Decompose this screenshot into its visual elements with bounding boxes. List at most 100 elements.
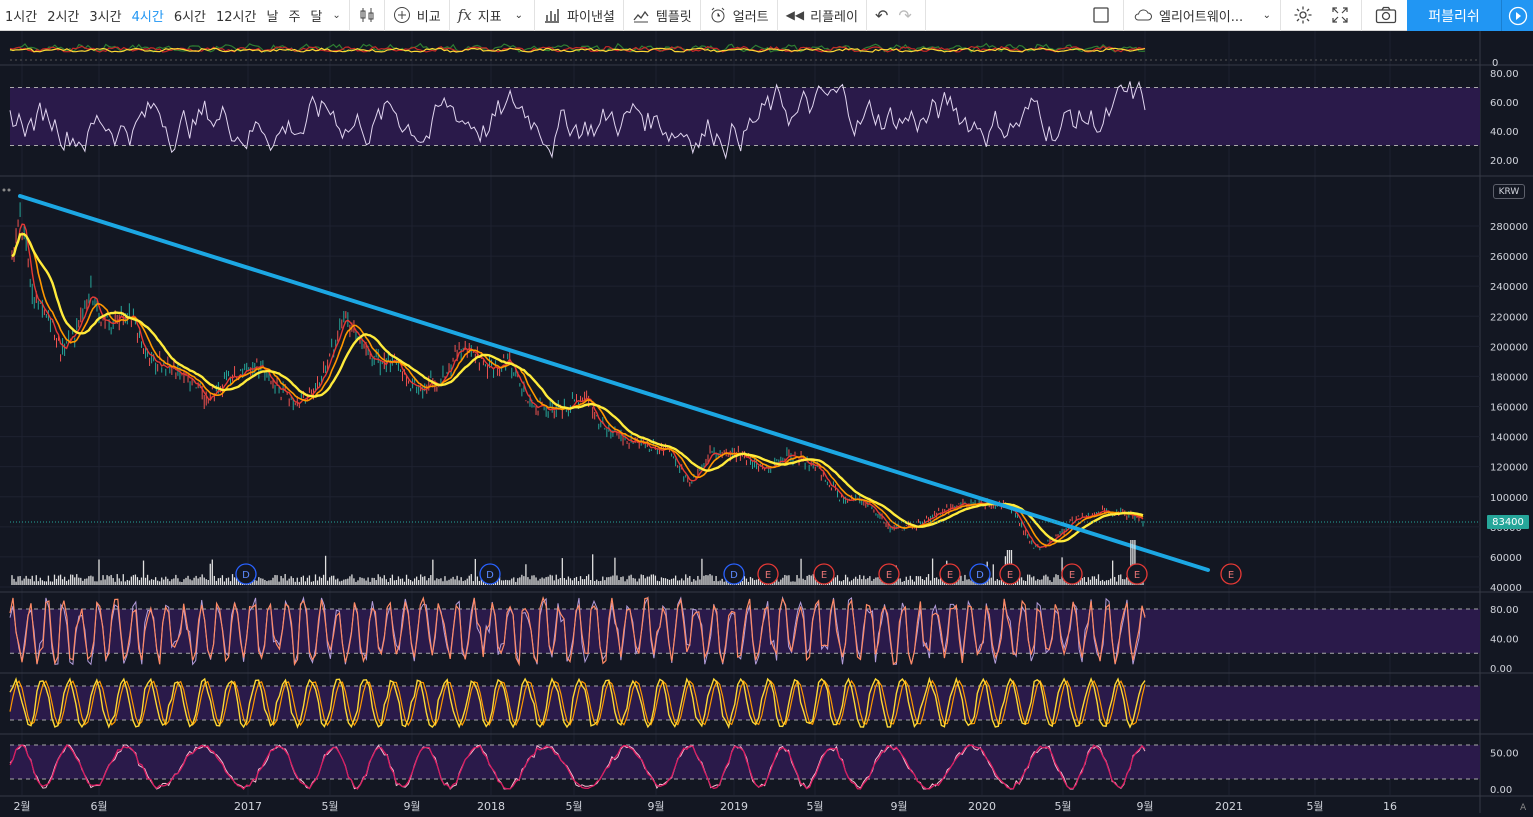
- rsi-axis-tick: 60.00: [1490, 98, 1519, 109]
- replay-label: 리플레이: [810, 9, 858, 25]
- top-axis-tick: 0: [1492, 58, 1498, 69]
- time-axis-label: 6월: [90, 800, 107, 813]
- osc1-axis-tick: 80.00: [1490, 605, 1519, 616]
- osc1-axis-tick: 0.00: [1490, 664, 1512, 675]
- chart-area[interactable]: 0 80.00 60.00 40.00 20.00 280000 260000 240000 2…: [0, 31, 1533, 813]
- event-marker: E: [878, 563, 900, 585]
- divider: [1280, 0, 1281, 31]
- rsi-axis-tick: 40.00: [1490, 127, 1519, 138]
- chevron-down-icon: ⌄: [1262, 9, 1271, 21]
- time-axis-label: 2019: [720, 800, 748, 813]
- redo-icon: ↷: [898, 5, 912, 25]
- event-marker: E: [813, 563, 835, 585]
- financials-label: 파이낸셜: [567, 9, 615, 25]
- time-axis-label: 2월: [13, 800, 30, 813]
- divider: [776, 0, 778, 31]
- compare-button[interactable]: 비교: [388, 0, 446, 31]
- interval-week[interactable]: 주: [283, 0, 305, 31]
- time-axis-label: 9월: [647, 800, 664, 813]
- templates-label: 템플릿: [655, 9, 692, 25]
- financials-button[interactable]: 파이낸셜: [538, 0, 620, 31]
- osc3-axis-tick: 0.00: [1490, 785, 1512, 796]
- top-toolbar: 1시간 2시간 3시간 4시간 6시간 12시간 날 주 달 ⌄ 비교 fx 지표…: [0, 0, 1533, 31]
- candles-icon: [360, 8, 374, 22]
- publish-button[interactable]: 퍼블리쉬: [1407, 0, 1501, 31]
- event-marker: E: [757, 563, 779, 585]
- divider: [865, 0, 867, 31]
- osc3-band: [10, 745, 1480, 779]
- ma-fast-line: [11, 223, 1144, 549]
- time-axis-label: 2020: [968, 800, 996, 813]
- event-marker: D: [479, 563, 501, 585]
- last-price-badge: 83400: [1487, 515, 1529, 529]
- divider: [534, 0, 536, 31]
- price-axis-tick: 260000: [1490, 252, 1528, 263]
- redo-button[interactable]: ↷: [893, 0, 916, 31]
- price-axis-tick: 40000: [1490, 583, 1522, 594]
- event-marker: D: [723, 563, 745, 585]
- chart-type-button[interactable]: [353, 0, 381, 31]
- bar-chart-icon: [543, 6, 561, 24]
- chart-canvas[interactable]: 080.0060.0040.0020.002800002600002400002…: [0, 31, 1533, 813]
- templates-button[interactable]: 템플릿: [627, 0, 697, 31]
- alarm-clock-icon: [709, 6, 727, 24]
- price-axis-tick: 200000: [1490, 342, 1528, 353]
- interval-month[interactable]: 달: [305, 0, 327, 31]
- square-icon: [1093, 7, 1109, 23]
- event-marker-label: E: [947, 570, 953, 581]
- layout-selector[interactable]: 엘리어트웨이... ⌄: [1127, 0, 1277, 31]
- interval-4h[interactable]: 4시간: [127, 0, 169, 31]
- interval-dropdown[interactable]: ⌄: [327, 0, 345, 31]
- price-axis-tick: 60000: [1490, 553, 1522, 564]
- pane-handle-dot: [7, 188, 11, 192]
- interval-day[interactable]: 날: [261, 0, 283, 31]
- fullscreen-area-button[interactable]: [1082, 0, 1120, 31]
- event-marker: E: [1126, 563, 1148, 585]
- alert-label: 얼러트: [732, 9, 769, 25]
- divider: [924, 0, 926, 31]
- snapshot-button[interactable]: [1365, 0, 1407, 31]
- interval-6h[interactable]: 6시간: [169, 0, 211, 31]
- indicators-button[interactable]: fx 지표: [453, 0, 507, 31]
- event-marker: E: [1061, 563, 1083, 585]
- divider: [348, 0, 350, 31]
- indicators-dropdown[interactable]: ⌄: [507, 0, 531, 31]
- price-axis-tick: 220000: [1490, 312, 1528, 323]
- event-marker: E: [939, 563, 961, 585]
- event-marker-label: E: [765, 570, 771, 581]
- publish-menu-button[interactable]: [1501, 0, 1533, 31]
- compare-label: 비교: [416, 9, 441, 25]
- divider: [622, 0, 624, 31]
- time-axis-label: 5월: [806, 800, 823, 813]
- cloud-icon: [1133, 7, 1153, 23]
- top-osc-yellow-line: [9, 47, 1146, 53]
- divider: [448, 0, 450, 31]
- replay-button[interactable]: ◀◀ 리플레이: [781, 0, 863, 31]
- interval-3h[interactable]: 3시간: [84, 0, 126, 31]
- function-icon: fx: [457, 6, 472, 24]
- price-axis-tick: 160000: [1490, 403, 1528, 414]
- ma-mid-line: [11, 233, 1144, 547]
- event-marker-label: D: [242, 570, 250, 581]
- gear-icon: [1294, 6, 1312, 24]
- interval-1h[interactable]: 1시간: [0, 0, 42, 31]
- fullscreen-button[interactable]: [1322, 0, 1358, 31]
- alert-button[interactable]: 얼러트: [704, 0, 774, 31]
- event-marker-label: D: [486, 570, 494, 581]
- event-marker-label: D: [730, 570, 738, 581]
- divider: [1123, 0, 1124, 31]
- settings-button[interactable]: [1284, 0, 1322, 31]
- interval-2h[interactable]: 2시간: [42, 0, 84, 31]
- undo-button[interactable]: ↶: [870, 0, 893, 31]
- rsi-axis-tick: 80.00: [1490, 69, 1519, 80]
- interval-12h[interactable]: 12시간: [211, 0, 261, 31]
- time-axis-label: 9월: [890, 800, 907, 813]
- divider: [699, 0, 701, 31]
- play-circle-icon: [1508, 6, 1527, 25]
- publish-label: 퍼블리쉬: [1428, 8, 1480, 25]
- time-axis-label: 9월: [403, 800, 420, 813]
- time-axis-label: 2018: [477, 800, 505, 813]
- plus-circle-icon: [393, 6, 411, 24]
- time-axis-label: 5월: [1054, 800, 1071, 813]
- time-axis-label: 2021: [1215, 800, 1243, 813]
